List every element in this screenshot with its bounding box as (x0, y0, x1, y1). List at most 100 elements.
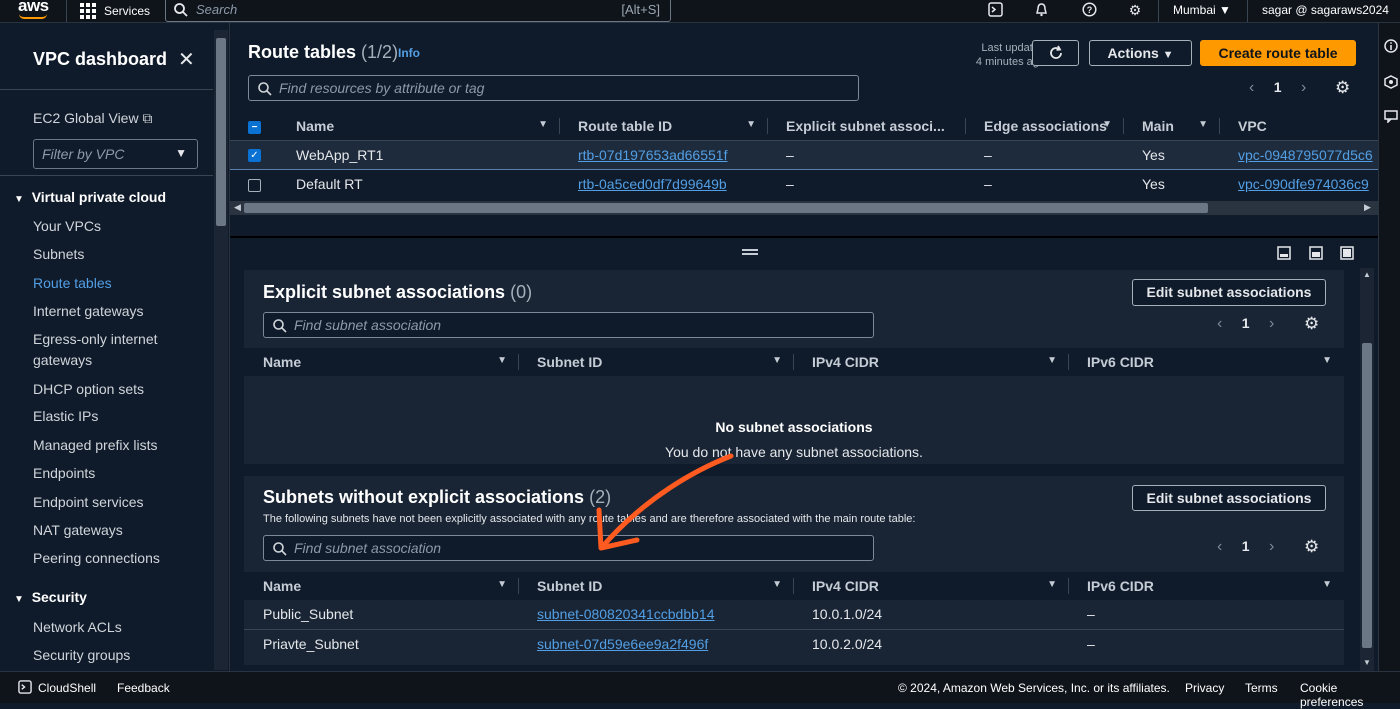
scroll-left-icon[interactable]: ◀ (234, 202, 241, 213)
table-row[interactable]: ✓ WebApp_RT1 rtb-07d197653ad66551f – – Y… (230, 140, 1378, 169)
panel-split-icon[interactable] (1309, 246, 1323, 260)
close-icon[interactable]: ✕ (178, 47, 195, 72)
column-header-ipv6-cidr[interactable]: IPv6 CIDR ▼ (1069, 572, 1344, 600)
table-row[interactable]: Public_Subnet subnet-080820341ccbdbb14 1… (244, 600, 1344, 629)
chevron-left-icon[interactable]: ‹ (1249, 79, 1254, 96)
column-header-route-table-id[interactable]: Route table ID ▼ (560, 112, 768, 140)
subnet-association-search-input[interactable]: Find subnet association (263, 312, 874, 338)
route-table-search-input[interactable]: Find resources by attribute or tag (248, 75, 859, 101)
column-header-explicit-subnet[interactable]: Explicit subnet associ... (768, 112, 966, 140)
actions-button[interactable]: Actions ▼ (1089, 40, 1192, 66)
settings-gear-icon[interactable]: ⚙ (1304, 537, 1319, 557)
sidebar-scrollbar-thumb[interactable] (216, 38, 226, 226)
row-checkbox-cell[interactable] (230, 169, 278, 198)
sidebar-item-peering-connections[interactable]: Peering connections (33, 550, 160, 566)
cloudshell-link[interactable]: CloudShell (38, 681, 96, 695)
column-header-subnet-id[interactable]: Subnet ID ▼ (519, 348, 794, 376)
sidebar-title[interactable]: VPC dashboard (33, 49, 167, 70)
row-checkbox-cell[interactable]: ✓ (230, 140, 278, 169)
column-header-ipv4-cidr[interactable]: IPv4 CIDR ▼ (794, 348, 1069, 376)
route-table-id-link[interactable]: rtb-07d197653ad66551f (578, 147, 727, 163)
feature-icon[interactable] (1384, 75, 1398, 89)
info-link[interactable]: Info (398, 46, 420, 60)
scroll-right-icon[interactable]: ▶ (1364, 202, 1371, 213)
section-security[interactable]: ▼ Security (14, 589, 87, 605)
panel-full-icon[interactable] (1340, 246, 1354, 260)
cloudshell-icon[interactable] (985, 2, 1005, 20)
sidebar-item-endpoint-services[interactable]: Endpoint services (33, 494, 144, 510)
terms-link[interactable]: Terms (1245, 681, 1278, 695)
sidebar-item-security-groups[interactable]: Security groups (33, 647, 130, 663)
table-row[interactable]: Default RT rtb-0a5ced0df7d99649b – – Yes… (230, 169, 1378, 198)
details-scrollbar-thumb[interactable] (1362, 343, 1372, 648)
feedback-panel-icon[interactable] (1384, 109, 1398, 123)
help-icon[interactable]: ? (1079, 2, 1099, 20)
table-row[interactable]: Priavte_Subnet subnet-07d59e6ee9a2f496f … (244, 629, 1344, 658)
sidebar-item-managed-prefix-lists[interactable]: Managed prefix lists (33, 437, 158, 453)
sidebar-item-dhcp-option-sets[interactable]: DHCP option sets (33, 381, 144, 397)
vpc-id-link[interactable]: vpc-0948795077d5c6 (1238, 147, 1373, 163)
settings-gear-icon[interactable]: ⚙ (1335, 78, 1350, 98)
bell-icon[interactable] (1031, 2, 1051, 20)
sidebar-item-route-tables[interactable]: Route tables (33, 275, 112, 291)
column-header-name[interactable]: Name ▼ (278, 112, 560, 140)
page-number[interactable]: 1 (1274, 79, 1282, 95)
subnet-id-link[interactable]: subnet-080820341ccbdbb14 (537, 606, 715, 622)
sidebar-item-endpoints[interactable]: Endpoints (33, 465, 95, 481)
vpc-filter-select[interactable]: Filter by VPC ▼ (33, 139, 198, 169)
scroll-down-icon[interactable]: ▼ (1363, 658, 1371, 667)
global-search-input[interactable]: Search [Alt+S] (165, 0, 671, 22)
sidebar-item-egress-only-gateways-line2[interactable]: gateways (33, 352, 92, 368)
route-table-id-link[interactable]: rtb-0a5ced0df7d99649b (578, 176, 727, 192)
chevron-right-icon[interactable]: › (1301, 79, 1306, 96)
sidebar-item-internet-gateways[interactable]: Internet gateways (33, 303, 144, 319)
services-menu[interactable]: Services (80, 1, 150, 21)
sidebar-item-your-vpcs[interactable]: Your VPCs (33, 218, 101, 234)
column-header-subnet-id[interactable]: Subnet ID ▼ (519, 572, 794, 600)
sidebar-item-egress-only-gateways[interactable]: Egress-only internet (33, 331, 158, 347)
subnet-association-search-input[interactable]: Find subnet association (263, 535, 874, 561)
column-header-edge-associations[interactable]: Edge associations ▼ (966, 112, 1124, 140)
sidebar-item-ec2-global-view[interactable]: EC2 Global View ⧉ (33, 110, 152, 127)
panel-bottom-icon[interactable] (1277, 246, 1291, 260)
edit-subnet-associations-button[interactable]: Edit subnet associations (1132, 485, 1326, 511)
chevron-left-icon[interactable]: ‹ (1217, 538, 1222, 555)
settings-gear-icon[interactable]: ⚙ (1125, 2, 1145, 19)
cloudshell-icon[interactable] (18, 680, 32, 694)
column-header-name[interactable]: Name ▼ (244, 348, 519, 376)
subnet-id-link[interactable]: subnet-07d59e6ee9a2f496f (537, 636, 708, 652)
horizontal-scrollbar[interactable]: ◀ ▶ (230, 201, 1378, 215)
chevron-right-icon[interactable]: › (1269, 315, 1274, 332)
column-header-ipv6-cidr[interactable]: IPv6 CIDR ▼ (1069, 348, 1344, 376)
sidebar-item-nat-gateways[interactable]: NAT gateways (33, 522, 123, 538)
sidebar-item-subnets[interactable]: Subnets (33, 246, 84, 262)
page-number[interactable]: 1 (1242, 538, 1250, 554)
horizontal-scrollbar-thumb[interactable] (244, 203, 1208, 213)
row-checkbox[interactable]: ✓ (248, 149, 261, 163)
feedback-link[interactable]: Feedback (117, 681, 170, 695)
sidebar-item-network-acls[interactable]: Network ACLs (33, 619, 122, 635)
vpc-id-link[interactable]: vpc-090dfe974036c9 (1238, 176, 1369, 192)
create-route-table-button[interactable]: Create route table (1200, 40, 1356, 66)
select-all-checkbox[interactable]: − (248, 120, 261, 134)
edit-subnet-associations-button[interactable]: Edit subnet associations (1132, 279, 1326, 306)
region-selector[interactable]: Mumbai ▼ (1173, 3, 1231, 17)
chevron-right-icon[interactable]: › (1269, 538, 1274, 555)
refresh-button[interactable] (1032, 40, 1079, 66)
info-panel-icon[interactable] (1384, 39, 1398, 53)
row-checkbox[interactable] (248, 178, 261, 192)
cookie-preferences-link[interactable]: Cookie preferences (1300, 681, 1400, 709)
scroll-up-icon[interactable]: ▲ (1363, 270, 1371, 279)
settings-gear-icon[interactable]: ⚙ (1304, 314, 1319, 334)
column-header-ipv4-cidr[interactable]: IPv4 CIDR ▼ (794, 572, 1069, 600)
details-scrollbar[interactable]: ▲ ▼ (1360, 268, 1374, 671)
page-number[interactable]: 1 (1242, 315, 1250, 331)
section-virtual-private-cloud[interactable]: ▼ Virtual private cloud (14, 189, 166, 205)
column-header-name[interactable]: Name ▼ (244, 572, 519, 600)
select-all-checkbox-cell[interactable]: − (230, 112, 278, 140)
column-header-main[interactable]: Main ▼ (1124, 112, 1220, 140)
column-header-vpc[interactable]: VPC (1220, 112, 1378, 140)
account-menu[interactable]: sagar @ sagaraws2024 (1262, 3, 1389, 17)
chevron-left-icon[interactable]: ‹ (1217, 315, 1222, 332)
sidebar-item-elastic-ips[interactable]: Elastic IPs (33, 408, 98, 424)
